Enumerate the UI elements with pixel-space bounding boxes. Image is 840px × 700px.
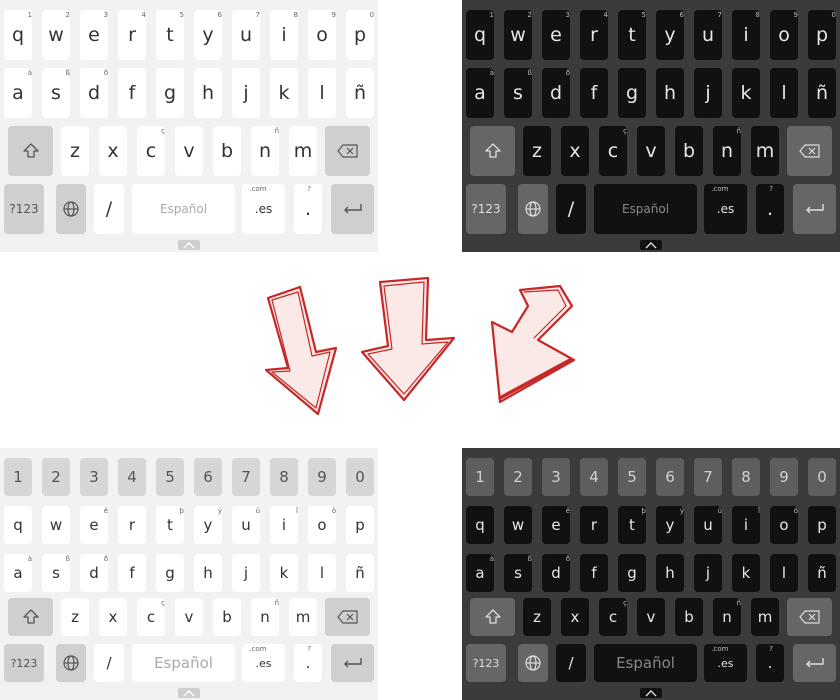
- hand-drawn-arrow-icon: [264, 285, 338, 416]
- arrows-graphic: [264, 276, 576, 416]
- hand-drawn-arrow-icon: [490, 284, 576, 404]
- hand-drawn-arrow-icon: [360, 276, 456, 402]
